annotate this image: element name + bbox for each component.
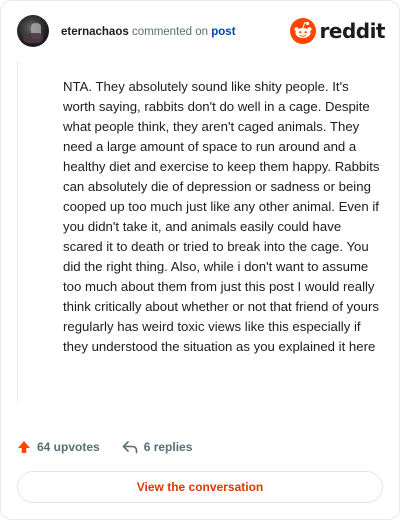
username-link[interactable]: eternachaos <box>61 26 129 38</box>
reddit-logo-icon <box>289 18 316 44</box>
post-link[interactable]: post <box>211 26 235 38</box>
upvote-arrow-icon <box>18 441 30 453</box>
comment-header: eternachaos commented on post reddit <box>17 15 386 55</box>
comment-meta: 64 upvotes 6 replies <box>17 437 192 457</box>
byline: eternachaos commented on post <box>61 26 236 38</box>
avatar[interactable] <box>17 15 49 47</box>
reply-icon <box>122 441 138 454</box>
comment-body: NTA. They absolutely sound like shity pe… <box>63 79 380 354</box>
upvotes[interactable]: 64 upvotes <box>17 440 100 454</box>
thread-line <box>17 61 18 401</box>
upvotes-count: 64 upvotes <box>37 440 100 454</box>
replies[interactable]: 6 replies <box>122 440 193 454</box>
embed-card: eternachaos commented on post reddit NTA… <box>0 0 400 520</box>
reddit-wordmark: reddit <box>319 19 386 43</box>
reddit-logo[interactable]: reddit <box>289 17 386 45</box>
replies-count: 6 replies <box>143 440 193 454</box>
commented-on-text: commented on <box>131 26 209 38</box>
view-conversation-button[interactable]: View the conversation <box>17 471 383 503</box>
